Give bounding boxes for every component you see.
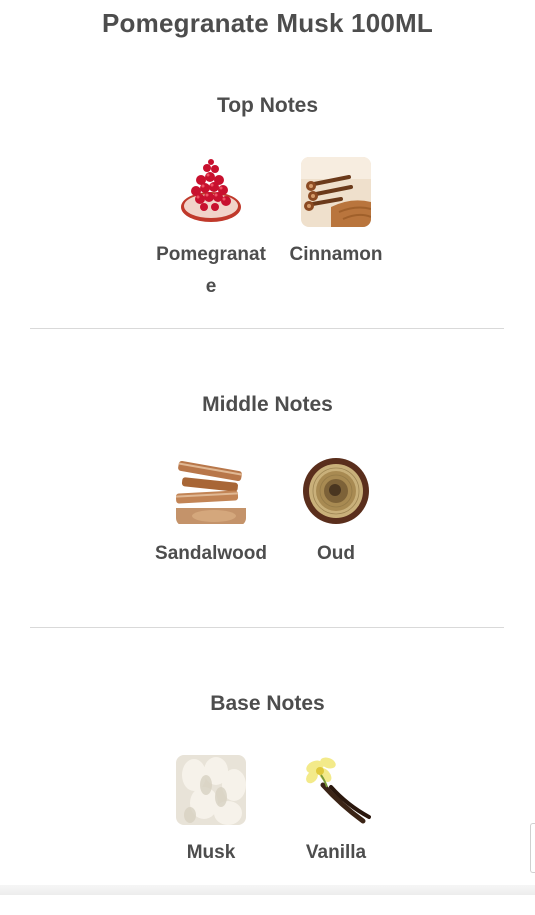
section-divider — [30, 328, 504, 329]
base-notes-heading: Base Notes — [210, 692, 325, 715]
middle-notes-section: Middle Notes — [0, 393, 535, 417]
middle-notes-heading: Middle Notes — [202, 393, 333, 416]
pomegranate-image — [176, 157, 246, 227]
note-item-oud: Oud — [276, 456, 396, 570]
base-notes-section: Base Notes — [0, 692, 535, 716]
page-title: Pomegranate Musk 100ML — [102, 8, 433, 38]
middle-notes-list: Sandalwood Oud — [0, 456, 535, 616]
top-notes-list: Pomegranate Cinnamon — [0, 157, 535, 317]
note-label: Musk — [186, 842, 236, 863]
note-item-vanilla: Vanilla — [276, 755, 396, 869]
note-label: Vanilla — [305, 842, 367, 863]
note-label: Oud — [317, 543, 355, 564]
section-divider — [30, 627, 504, 628]
cinnamon-image — [301, 157, 371, 227]
note-label: Pomegranate — [156, 244, 266, 297]
musk-image — [176, 755, 246, 825]
vanilla-image — [301, 755, 371, 825]
note-label: Cinnamon — [289, 244, 383, 265]
top-notes-section: Top Notes — [0, 94, 535, 118]
scroll-edge-handle[interactable] — [530, 823, 535, 873]
sandalwood-image — [176, 456, 246, 526]
note-label: Sandalwood — [155, 543, 267, 564]
bottom-edge — [0, 885, 535, 895]
note-item-musk: Musk — [151, 755, 271, 869]
note-item-sandalwood: Sandalwood — [151, 456, 271, 570]
note-item-pomegranate: Pomegranate — [151, 157, 271, 303]
oud-image — [301, 456, 371, 526]
top-notes-heading: Top Notes — [216, 94, 319, 117]
note-item-cinnamon: Cinnamon — [276, 157, 396, 271]
